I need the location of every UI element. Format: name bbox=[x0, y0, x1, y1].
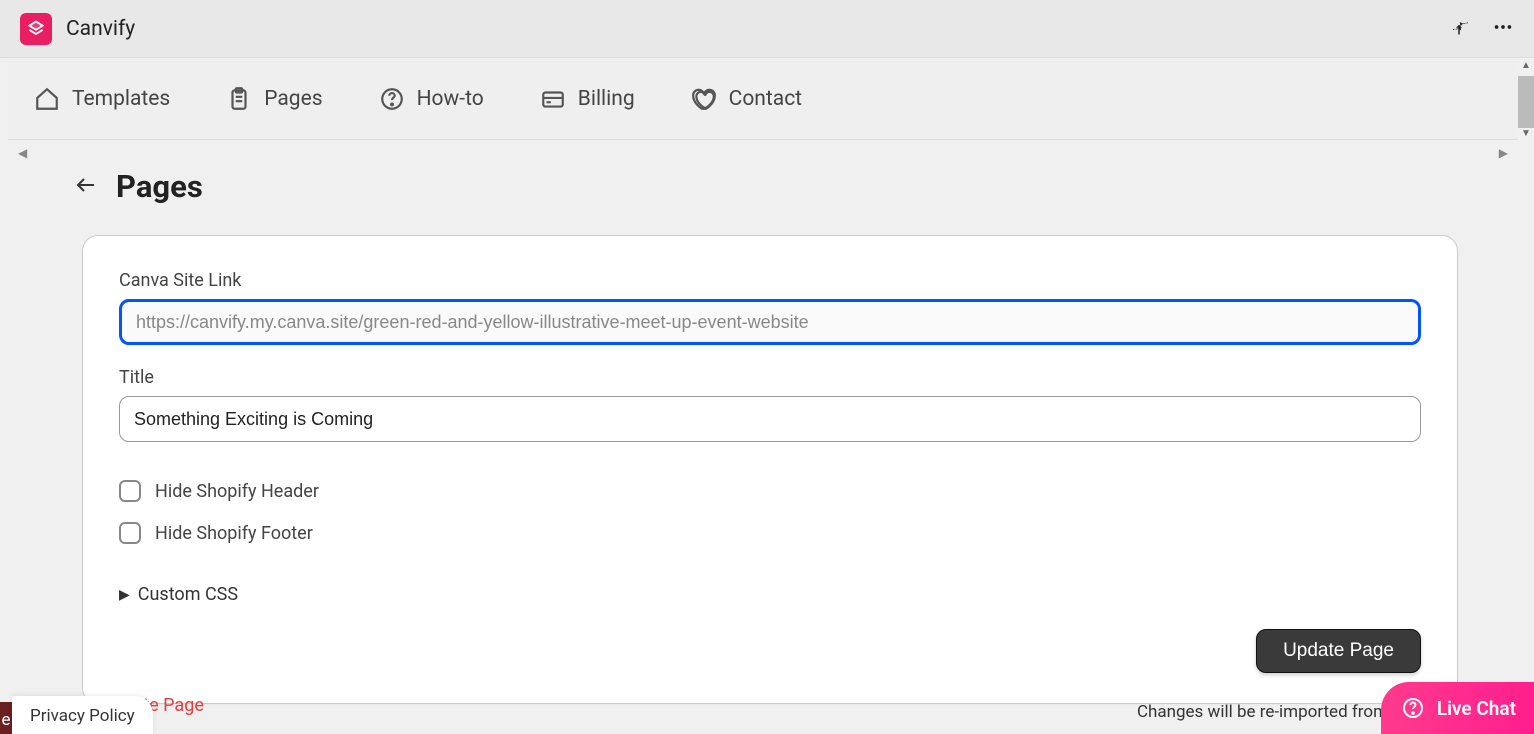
help-icon bbox=[379, 86, 405, 112]
live-chat-button[interactable]: Live Chat bbox=[1381, 682, 1534, 734]
hide-header-row: Hide Shopify Header bbox=[119, 480, 1421, 502]
app-title: Canvify bbox=[66, 17, 135, 41]
caret-right-icon: ▶ bbox=[119, 587, 130, 603]
pin-icon[interactable] bbox=[1450, 18, 1468, 40]
horizontal-scroll-bar[interactable]: ◀ ▶ bbox=[8, 140, 1518, 166]
chat-help-icon bbox=[1401, 696, 1425, 720]
hide-footer-row: Hide Shopify Footer bbox=[119, 522, 1421, 544]
custom-css-toggle[interactable]: ▶ Custom CSS bbox=[119, 584, 1421, 605]
nav-label: Templates bbox=[72, 87, 170, 111]
app-bar-right bbox=[1450, 16, 1514, 42]
hide-footer-checkbox[interactable] bbox=[119, 522, 141, 544]
canva-link-label: Canva Site Link bbox=[119, 270, 1421, 291]
scroll-up-icon[interactable]: ▲ bbox=[1518, 60, 1534, 76]
form-group-title: Title bbox=[119, 367, 1421, 442]
nav-label: How-to bbox=[417, 87, 484, 111]
nav-item-contact[interactable]: Contact bbox=[691, 86, 802, 112]
canva-link-input[interactable] bbox=[119, 299, 1421, 345]
nav-item-pages[interactable]: Pages bbox=[226, 86, 322, 112]
custom-css-label: Custom CSS bbox=[138, 584, 238, 605]
nav-menu: Templates Pages How-to Billing Contact bbox=[8, 58, 1518, 140]
nav-item-howto[interactable]: How-to bbox=[379, 86, 484, 112]
title-input[interactable] bbox=[119, 396, 1421, 442]
title-label: Title bbox=[119, 367, 1421, 388]
page-form-card: Canva Site Link Title Hide Shopify Heade… bbox=[82, 235, 1458, 704]
scroll-down-icon[interactable]: ▼ bbox=[1518, 128, 1534, 144]
app-logo-icon bbox=[20, 13, 52, 45]
app-bar: Canvify bbox=[0, 0, 1534, 58]
heart-icon bbox=[691, 86, 717, 112]
form-group-canva-link: Canva Site Link bbox=[119, 270, 1421, 345]
vertical-scroll-thumb[interactable] bbox=[1518, 76, 1534, 128]
home-icon bbox=[34, 86, 60, 112]
reimport-note: Changes will be re-imported from bbox=[1137, 702, 1388, 722]
nav-item-billing[interactable]: Billing bbox=[540, 86, 635, 112]
card-footer: Update Page bbox=[119, 629, 1421, 673]
hide-header-checkbox[interactable] bbox=[119, 480, 141, 502]
checkbox-group: Hide Shopify Header Hide Shopify Footer bbox=[119, 480, 1421, 544]
scroll-right-icon[interactable]: ▶ bbox=[1499, 146, 1508, 160]
hide-footer-label: Hide Shopify Footer bbox=[155, 523, 313, 544]
live-chat-label: Live Chat bbox=[1437, 697, 1516, 720]
nav-item-templates[interactable]: Templates bbox=[34, 86, 170, 112]
card-icon bbox=[540, 86, 566, 112]
main-area: Pages Canva Site Link Title Hide Shopify… bbox=[8, 168, 1518, 704]
nav-label: Contact bbox=[729, 87, 802, 111]
page-header: Pages bbox=[74, 168, 1458, 205]
app-bar-left: Canvify bbox=[20, 13, 135, 45]
corner-indicator: e bbox=[0, 702, 12, 734]
nav-label: Pages bbox=[264, 87, 322, 111]
nav-label: Billing bbox=[578, 87, 635, 111]
scroll-left-icon[interactable]: ◀ bbox=[18, 146, 27, 160]
clipboard-icon bbox=[226, 86, 252, 112]
privacy-policy-link[interactable]: Privacy Policy bbox=[12, 696, 153, 734]
page-title: Pages bbox=[116, 168, 203, 205]
hide-header-label: Hide Shopify Header bbox=[155, 481, 319, 502]
update-page-button[interactable]: Update Page bbox=[1256, 629, 1421, 673]
back-arrow-icon[interactable] bbox=[74, 173, 98, 201]
more-icon[interactable] bbox=[1492, 16, 1514, 42]
